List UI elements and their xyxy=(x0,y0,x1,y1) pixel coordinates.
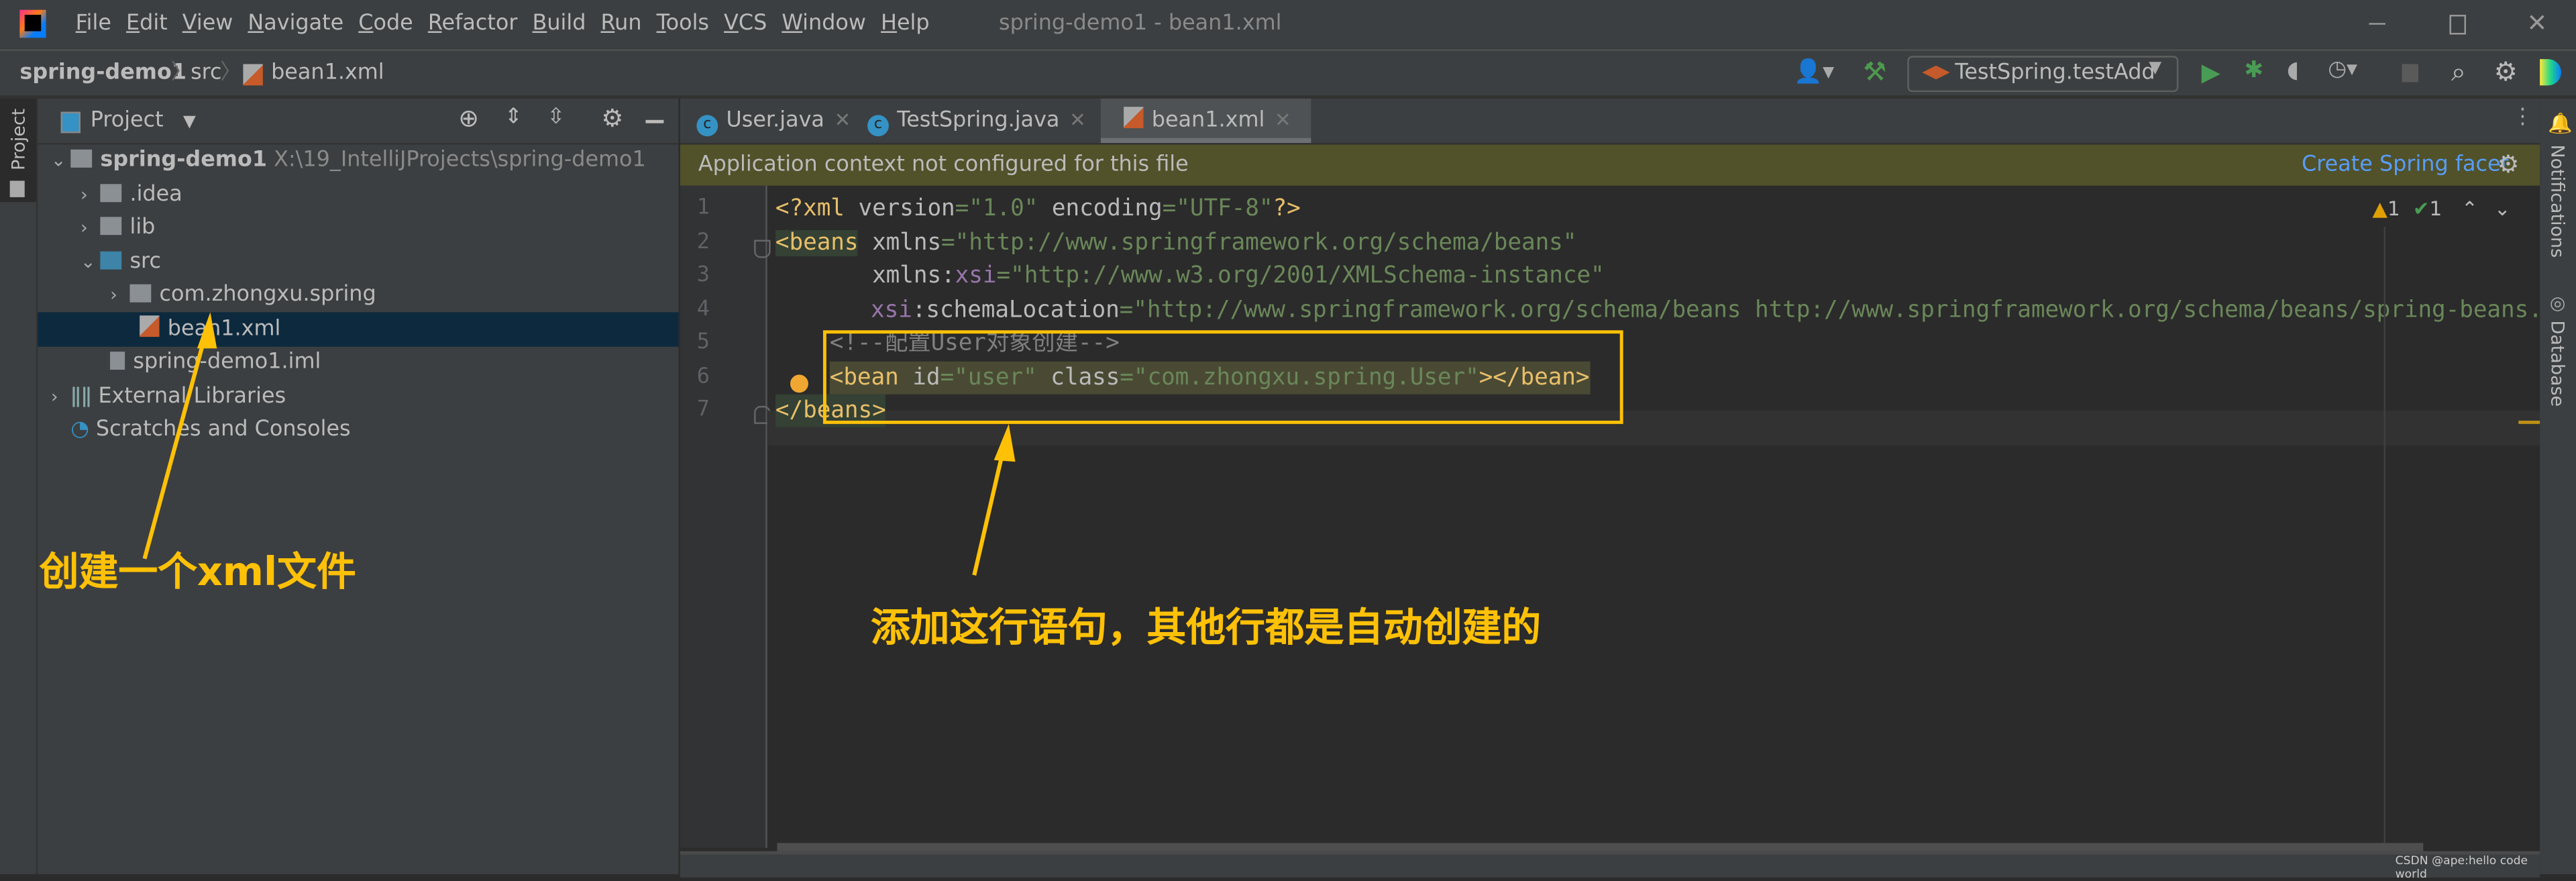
arrow-head-file xyxy=(197,312,217,349)
annotation-arrows xyxy=(142,312,1016,576)
annotation-add-line: 添加这行语句，其他行都是自动创建的 xyxy=(870,605,1542,651)
arrow-to-file xyxy=(142,327,209,560)
ide-window: File Edit View Navigate Code Refactor Build Run… xyxy=(0,0,2576,881)
arrow-head-code xyxy=(994,423,1016,462)
annotation-create-xml: 创建一个xml文件 xyxy=(39,548,356,595)
